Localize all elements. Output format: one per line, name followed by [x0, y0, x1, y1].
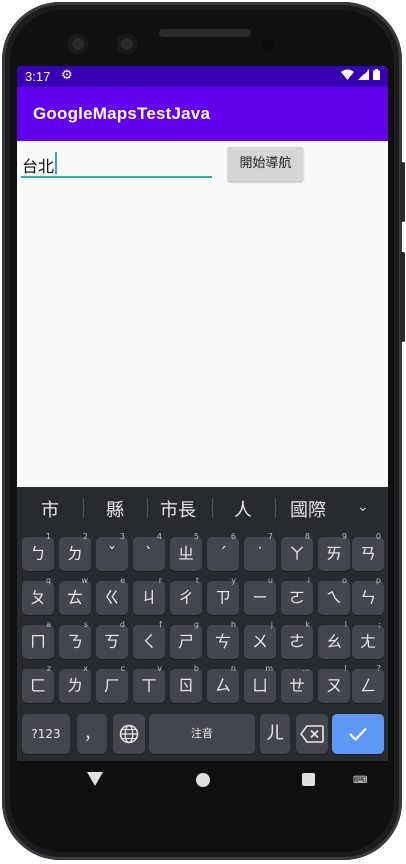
destination-input-value: 台北 [22, 157, 55, 176]
suggestion-item[interactable]: 市 [41, 496, 59, 522]
soft-keyboard: 市 縣 市長 人 國際 ⌄ ㄅ1 ㄉ2 ˇ3 ˋ4 ㄓ5 ˊ6 ˙ 7 ㄚ8 ㄞ9… [17, 487, 388, 761]
key[interactable]: ㄌx [59, 664, 91, 703]
key[interactable]: ㄜk [281, 620, 313, 659]
key[interactable]: ㄠl [318, 620, 350, 659]
text-cursor [55, 152, 57, 174]
globe-icon [119, 724, 139, 744]
key[interactable]: ㄊw [59, 576, 91, 615]
home-icon[interactable] [196, 773, 210, 787]
checkmark-icon [349, 727, 367, 742]
space-key[interactable]: 注音 [149, 714, 255, 754]
key[interactable]: ㄧu [244, 576, 276, 615]
key[interactable]: ㄉ2 [59, 532, 91, 571]
suggestion-strip: 市 縣 市長 人 國際 ⌄ [17, 487, 388, 529]
suggestion-divider [212, 498, 213, 518]
key[interactable]: ㄏc [96, 664, 128, 703]
signal-icon [358, 69, 369, 80]
suggestion-divider [275, 498, 276, 518]
key[interactable]: ˋ4 [133, 532, 165, 571]
punctuation-key[interactable]: ， [77, 714, 107, 754]
key[interactable]: ㄋs [59, 620, 91, 659]
backspace-key[interactable] [296, 714, 328, 754]
key[interactable]: ㄙn [207, 664, 239, 703]
key[interactable]: ㄣp [352, 576, 384, 615]
suggestion-item[interactable]: 人 [234, 496, 252, 522]
chevron-down-icon[interactable]: ⌄ [357, 499, 369, 515]
backspace-icon [300, 725, 324, 743]
key[interactable]: ㄩm [244, 664, 276, 703]
key[interactable]: ㄢ0 [352, 532, 384, 571]
suggestion-item[interactable]: 國際 [290, 496, 326, 522]
back-icon[interactable] [87, 772, 103, 786]
key[interactable]: ㄡ! [318, 664, 350, 703]
key[interactable]: ˇ3 [96, 532, 128, 571]
key[interactable]: ㄘh [207, 620, 239, 659]
recents-icon[interactable] [302, 773, 315, 786]
status-icons [341, 69, 380, 80]
key[interactable]: ˙ 7 [244, 532, 276, 571]
key[interactable]: ㄚ8 [281, 532, 313, 571]
enter-key[interactable] [332, 714, 384, 754]
status-bar: 3:17 ⚙ [17, 66, 388, 87]
key[interactable]: ㄛi [281, 576, 313, 615]
suggestion-item[interactable]: 縣 [106, 496, 124, 522]
suggestion-divider [147, 498, 148, 518]
app-bar: GoogleMapsTestJava [17, 87, 388, 141]
language-key[interactable] [113, 714, 145, 754]
key[interactable]: ㄍe [96, 576, 128, 615]
proximity-sensor [262, 39, 274, 51]
volume-button [400, 252, 405, 342]
key[interactable]: ㄒv [133, 664, 165, 703]
device-screen: 3:17 ⚙ GoogleMapsTestJava 台北 開始導航 市 縣 市長… [17, 66, 388, 804]
key[interactable]: ㄗy [207, 576, 239, 615]
key[interactable]: ㄐr [133, 576, 165, 615]
key[interactable]: ㄤ; [352, 620, 384, 659]
er-key[interactable]: ㄦ [260, 714, 290, 754]
status-time: 3:17 [25, 69, 51, 84]
system-nav-bar: ⌨ [17, 761, 388, 804]
suggestion-divider [83, 498, 84, 518]
key[interactable]: ㄈz [22, 664, 54, 703]
earpiece-speaker [159, 29, 251, 37]
key[interactable]: ㄑf [133, 620, 165, 659]
key[interactable]: ㄞ9 [318, 532, 350, 571]
app-title: GoogleMapsTestJava [33, 104, 211, 123]
destination-input[interactable]: 台北 [21, 150, 212, 178]
front-camera-left [68, 34, 88, 54]
main-content: 台北 開始導航 [17, 141, 388, 486]
key[interactable]: ㄅ1 [22, 532, 54, 571]
symbols-key[interactable]: ?123 [22, 714, 70, 754]
key[interactable]: ㄆq [22, 576, 54, 615]
key[interactable]: ㄝ… [281, 664, 313, 703]
key[interactable]: ㄇa [22, 620, 54, 659]
key[interactable]: ㄕg [170, 620, 202, 659]
wifi-icon [341, 69, 354, 80]
power-button [400, 162, 405, 222]
key[interactable]: ㄔt [170, 576, 202, 615]
settings-gear-icon: ⚙ [61, 68, 73, 83]
key[interactable]: ㄨj [244, 620, 276, 659]
key[interactable]: ㄖb [170, 664, 202, 703]
suggestion-item[interactable]: 市長 [160, 496, 196, 522]
front-camera-right [117, 34, 137, 54]
keyboard-switch-icon[interactable]: ⌨ [353, 775, 367, 786]
key[interactable]: ㄎd [96, 620, 128, 659]
key[interactable]: ˊ6 [207, 532, 239, 571]
key[interactable]: ㄓ5 [170, 532, 202, 571]
start-navigation-button[interactable]: 開始導航 [228, 147, 303, 181]
key[interactable]: ㄥ? [352, 664, 384, 703]
battery-icon [373, 69, 380, 80]
key[interactable]: ㄟo [318, 576, 350, 615]
